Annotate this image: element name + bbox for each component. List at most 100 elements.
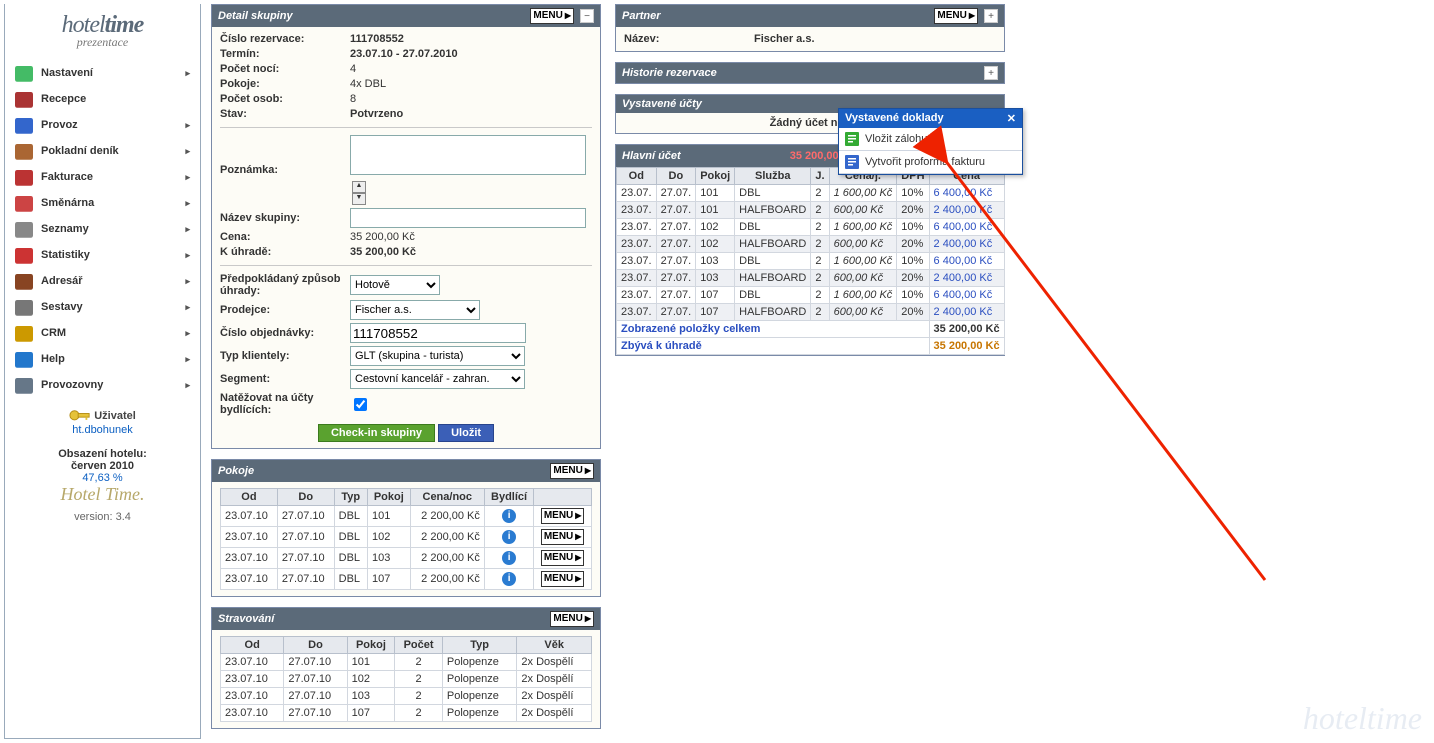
table-row: 23.07.1027.07.101022Polopenze2x Dospělí (221, 671, 592, 688)
nav-item-nastaven[interactable]: Nastavení ▸ (5, 60, 200, 86)
menu-button-detail[interactable]: MENU (530, 8, 574, 24)
table-row: 23.07.1027.07.10DBL1022 200,00 KčiMENU (221, 527, 592, 548)
help-icon (15, 352, 33, 366)
nav-label: Nastavení (41, 67, 93, 79)
panel-account: Hlavní účet 35 200,00 Kč 🖶 CS EN DE MENU… (615, 144, 1005, 356)
nav-label: Recepce (41, 93, 86, 105)
table-row: 23.07.1027.07.101012Polopenze2x Dospělí (221, 654, 592, 671)
note-textarea[interactable] (350, 135, 586, 175)
nav-label: Adresář (41, 275, 83, 287)
nav-item-adres[interactable]: Adresář ▸ (5, 268, 200, 294)
panel-title-meals: Stravování (218, 613, 544, 625)
sidebar: hoteltime prezentace Nastavení ▸ Recepce Pr… (4, 4, 201, 739)
adresar-icon (15, 274, 33, 288)
popup-documents: Vystavené doklady ✕ Vložit zálohu Vytvoři… (838, 108, 1023, 175)
row-menu-button[interactable]: MENU (541, 508, 585, 524)
nav-label: Pokladní deník (41, 145, 119, 157)
nav-item-sestavy[interactable]: Sestavy▸ (5, 294, 200, 320)
load-checkbox[interactable] (354, 398, 367, 411)
table-row: 23.07.1027.07.10DBL1012 200,00 KčiMENU (221, 506, 592, 527)
occupancy-box: Obsazení hotelu: červen 2010 47,63 % (5, 448, 200, 484)
nav-item-statistiky[interactable]: Statistiky▸ (5, 242, 200, 268)
nav-label: Provoz (41, 119, 78, 131)
order-input[interactable] (350, 323, 526, 343)
group-name-input[interactable] (350, 208, 586, 228)
chevron-right-icon: ▸ (185, 68, 190, 79)
expand-button-history[interactable]: + (984, 66, 998, 80)
partner-name: Fischer a.s. (754, 33, 996, 45)
row-menu-button[interactable]: MENU (541, 529, 585, 545)
seller-select[interactable]: Fischer a.s. (350, 300, 480, 320)
client-select[interactable]: GLT (skupina - turista) (350, 346, 525, 366)
user-name: ht.dbohunek (72, 424, 133, 436)
rooms-table: OdDoTypPokojCena/nocBydlící 23.07.1027.0… (220, 488, 592, 590)
nav-item-provoz[interactable]: Provoz ▸ (5, 112, 200, 138)
nav-item-help[interactable]: Help ▸ (5, 346, 200, 372)
nav-label: Fakturace (41, 171, 93, 183)
table-row: 23.07.27.07.107DBL21 600,00 Kč10%6 400,0… (617, 287, 1005, 304)
collapse-button-detail[interactable]: − (580, 9, 594, 23)
state-value: Potvrzeno (350, 108, 592, 120)
chevron-right-icon: ▸ (185, 172, 190, 183)
nav-label: Help (41, 353, 65, 365)
fakturace-icon (15, 170, 33, 184)
pay-select[interactable]: Hotově (350, 275, 440, 295)
provozovny-icon (15, 378, 33, 392)
table-row: 23.07.1027.07.101072Polopenze2x Dospělí (221, 705, 592, 722)
nav-item-crm[interactable]: CRM▸ (5, 320, 200, 346)
note-spin-up[interactable]: ▲ (352, 181, 366, 193)
row-menu-button[interactable]: MENU (541, 550, 585, 566)
nav-label: Seznamy (41, 223, 89, 235)
table-row: 23.07.27.07.102DBL21 600,00 Kč10%6 400,0… (617, 219, 1005, 236)
user-box: Uživatel ht.dbohunek (5, 408, 200, 436)
segment-select[interactable]: Cestovní kancelář - zahran. (350, 369, 525, 389)
menu-button-partner[interactable]: MENU (934, 8, 978, 24)
checkin-button[interactable]: Check-in skupiny (318, 424, 435, 442)
chevron-right-icon: ▸ (185, 276, 190, 287)
panel-detail: Detail skupiny MENU − Číslo rezervace:11… (211, 4, 601, 449)
popup-item-label: Vytvořit proforma fakturu (865, 156, 985, 168)
nav-label: Sestavy (41, 301, 83, 313)
chevron-right-icon: ▸ (185, 354, 190, 365)
chevron-right-icon: ▸ (185, 120, 190, 131)
reservation-number: 111708552 (350, 33, 592, 45)
nav-item-smnrna[interactable]: Směnárna▸ (5, 190, 200, 216)
popup-item[interactable]: Vytvořit proforma fakturu (839, 151, 1022, 174)
term-value: 23.07.10 - 27.07.2010 (350, 48, 592, 60)
table-row: 23.07.27.07.107HALFBOARD2600,00 Kč20%2 4… (617, 304, 1005, 321)
nav-label: Statistiky (41, 249, 90, 261)
table-row: 23.07.27.07.102HALFBOARD2600,00 Kč20%2 4… (617, 236, 1005, 253)
popup-close-icon[interactable]: ✕ (1007, 112, 1016, 125)
info-icon[interactable]: i (502, 551, 516, 565)
info-icon[interactable]: i (502, 509, 516, 523)
menu-button-meals[interactable]: MENU (550, 611, 594, 627)
recepce-icon (15, 92, 33, 106)
logo: hoteltime prezentace (5, 4, 200, 54)
popup-item[interactable]: Vložit zálohu (839, 128, 1022, 151)
popup-title: Vystavené doklady (845, 112, 1007, 125)
panel-partner: Partner MENU + Název:Fischer a.s. (615, 4, 1005, 52)
info-icon[interactable]: i (502, 530, 516, 544)
crm-icon (15, 326, 33, 340)
nav-item-recepce[interactable]: Recepce (5, 86, 200, 112)
expand-button-partner[interactable]: + (984, 9, 998, 23)
menu-button-rooms[interactable]: MENU (550, 463, 594, 479)
watermark: hoteltime (1303, 700, 1422, 737)
save-button[interactable]: Uložit (438, 424, 494, 442)
nav-item-seznamy[interactable]: Seznamy▸ (5, 216, 200, 242)
row-menu-button[interactable]: MENU (541, 571, 585, 587)
note-spin-down[interactable]: ▼ (352, 193, 366, 205)
invoice-icon (845, 155, 859, 169)
account-table: OdDoPokojSlužbaJ.Cena/j.DPHCena 23.07.27… (616, 167, 1005, 355)
table-row: 23.07.1027.07.101032Polopenze2x Dospělí (221, 688, 592, 705)
nav-item-fakturace[interactable]: Fakturace ▸ (5, 164, 200, 190)
panel-rooms: Pokoje MENU OdDoTypPokojCena/nocBydlící … (211, 459, 601, 597)
nav-item-provozovny[interactable]: Provozovny▸ (5, 372, 200, 398)
nav-label: CRM (41, 327, 66, 339)
panel-title-detail: Detail skupiny (218, 10, 524, 22)
panel-title-account: Hlavní účet (622, 150, 790, 162)
nav-item-pokladndenk[interactable]: Pokladní deník▸ (5, 138, 200, 164)
info-icon[interactable]: i (502, 572, 516, 586)
table-row: 23.07.27.07.103HALFBOARD2600,00 Kč20%2 4… (617, 270, 1005, 287)
hoteltime-small-logo: Hotel Time. (5, 484, 200, 505)
